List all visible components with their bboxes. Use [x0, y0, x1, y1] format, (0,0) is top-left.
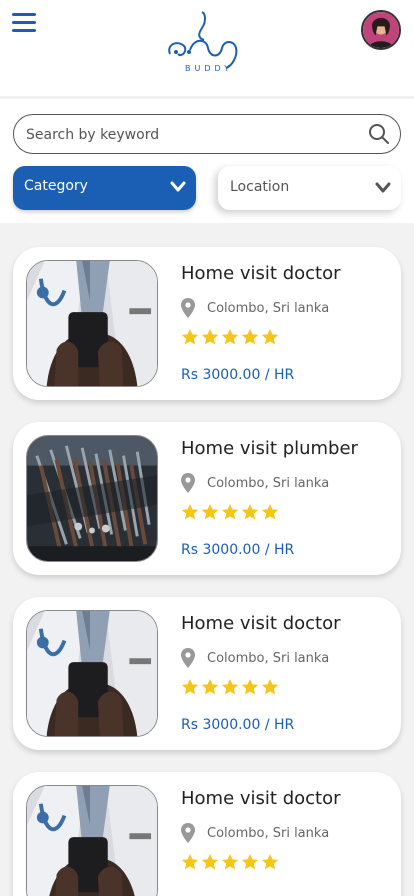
search-input[interactable] — [26, 124, 356, 146]
star-icon — [221, 679, 239, 695]
listing-card[interactable]: Home visit plumber Colombo, Sri lanka Rs 3… — [13, 422, 401, 575]
star-icon — [181, 679, 199, 695]
listing-card[interactable]: Home visit doctor Colombo, Sri lanka Rs 30… — [13, 247, 401, 400]
star-icon — [241, 679, 259, 695]
star-icon — [261, 854, 279, 870]
star-icon — [201, 679, 219, 695]
chevron-down-icon — [375, 182, 391, 193]
listing-title: Home visit doctor — [181, 613, 341, 634]
listing-location-text: Colombo, Sri lanka — [207, 826, 330, 841]
listing-card[interactable]: Home visit doctor Colombo, Sri lanka — [13, 772, 401, 896]
listing-card[interactable]: Home visit doctor Colombo, Sri lanka Rs 30… — [13, 597, 401, 750]
listing-location-text: Colombo, Sri lanka — [207, 301, 330, 316]
star-icon — [261, 329, 279, 345]
user-avatar[interactable] — [361, 10, 401, 50]
category-label: Category — [24, 178, 88, 194]
listing-image — [26, 610, 158, 737]
location-pin-icon — [181, 473, 195, 493]
listing-title: Home visit doctor — [181, 788, 341, 809]
star-icon — [201, 854, 219, 870]
star-icon — [241, 329, 259, 345]
star-icon — [201, 504, 219, 520]
search-panel: Category Location — [0, 99, 414, 223]
chevron-down-icon — [170, 181, 186, 192]
star-icon — [181, 504, 199, 520]
location-pin-icon — [181, 648, 195, 668]
listing-image — [26, 260, 158, 387]
listing-title: Home visit plumber — [181, 438, 358, 459]
star-icon — [261, 679, 279, 695]
search-icon[interactable] — [368, 123, 390, 145]
star-icon — [221, 504, 239, 520]
listing-rating — [181, 853, 281, 873]
hamburger-menu-icon[interactable] — [12, 13, 36, 33]
star-icon — [221, 854, 239, 870]
listing-image — [26, 785, 158, 896]
listing-location-text: Colombo, Sri lanka — [207, 651, 330, 666]
location-pin-icon — [181, 298, 195, 318]
location-dropdown[interactable]: Location — [218, 166, 401, 210]
star-icon — [181, 854, 199, 870]
star-icon — [241, 854, 259, 870]
category-dropdown[interactable]: Category — [13, 166, 196, 210]
star-icon — [181, 329, 199, 345]
search-field[interactable] — [13, 114, 401, 154]
location-pin-icon — [181, 823, 195, 843]
star-icon — [261, 504, 279, 520]
listing-location-text: Colombo, Sri lanka — [207, 476, 330, 491]
star-icon — [241, 504, 259, 520]
star-icon — [221, 329, 239, 345]
star-icon — [201, 329, 219, 345]
listing-price: Rs 3000.00 / HR — [181, 717, 295, 733]
app-header: BUDDY — [0, 0, 414, 96]
listing-rating — [181, 503, 281, 523]
listing-title: Home visit doctor — [181, 263, 341, 284]
listing-rating — [181, 678, 281, 698]
logo-text: BUDDY — [185, 64, 234, 73]
listing-price: Rs 3000.00 / HR — [181, 542, 295, 558]
listing-rating — [181, 328, 281, 348]
listing-image — [26, 435, 158, 562]
listing-price: Rs 3000.00 / HR — [181, 367, 295, 383]
location-label: Location — [230, 179, 290, 195]
